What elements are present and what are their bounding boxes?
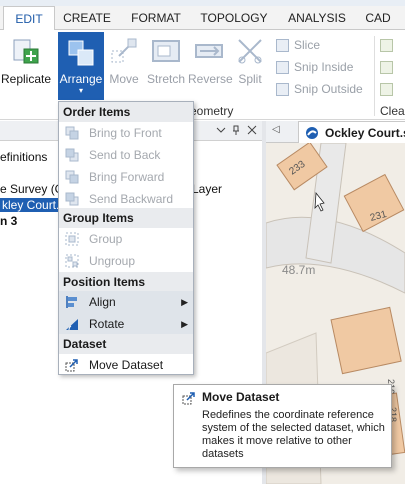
map-tab-title: Ockley Court.sv	[325, 126, 405, 140]
bring-forward-label: Bring Forward	[89, 170, 165, 184]
split-label: Split	[238, 72, 262, 86]
slice-button[interactable]: Slice	[276, 38, 366, 54]
group-items-header: Group Items	[59, 208, 193, 228]
align-icon	[66, 296, 77, 308]
rotate-submenu-arrow-icon: ▶	[181, 319, 188, 329]
app-window: EDIT CREATE FORMAT TOPOLOGY ANALYSIS CAD…	[0, 0, 405, 484]
stretch-button[interactable]: Stretch	[144, 30, 188, 102]
ungroup-icon	[65, 254, 79, 268]
arrange-icon	[68, 40, 94, 66]
pin-icon[interactable]	[231, 125, 241, 135]
clear-group-label: Clear	[380, 104, 405, 118]
clear-g-icon	[380, 61, 393, 74]
arrange-label: Arrange	[59, 72, 103, 86]
position-items-header: Position Items	[59, 272, 193, 292]
tab-edit[interactable]: EDIT	[3, 6, 55, 31]
order-items-header: Order Items	[59, 102, 193, 122]
tab-format[interactable]: FORMAT	[124, 6, 188, 30]
group-icon	[65, 232, 79, 246]
send-backward-icon	[65, 192, 79, 206]
bring-to-front-icon	[65, 126, 79, 140]
tooltip-move-dataset-icon	[182, 392, 195, 405]
move-button[interactable]: Move	[106, 30, 142, 102]
close-icon[interactable]	[247, 125, 257, 135]
reverse-button[interactable]: Reverse	[188, 30, 233, 102]
group-item[interactable]: Group	[59, 228, 193, 250]
move-icon	[111, 38, 137, 63]
arrange-dropdown-menu: Order Items Bring to Front Send to Back …	[58, 101, 194, 375]
reverse-icon	[195, 44, 223, 58]
rotate-label: Rotate	[89, 317, 125, 331]
snip-inside-button[interactable]: Snip Inside	[276, 60, 371, 76]
arrange-dropdown-icon: ▾	[78, 86, 83, 95]
clear-icon	[380, 39, 393, 52]
slice-label: Slice	[294, 38, 321, 52]
stretch-icon	[152, 40, 180, 62]
snip-outside-button[interactable]: Snip Outside	[276, 82, 371, 98]
layer-label: Layer	[192, 182, 223, 196]
clear-s-icon	[380, 83, 393, 96]
group-label: Group	[89, 232, 123, 246]
tab-create[interactable]: CREATE	[58, 6, 116, 30]
replicate-label: Replicate	[0, 72, 52, 86]
ribbon-tab-bar: EDIT CREATE FORMAT TOPOLOGY ANALYSIS CAD	[0, 6, 405, 31]
ribbon-divider	[374, 36, 375, 116]
align-item[interactable]: Align ▶	[59, 291, 193, 313]
tooltip-body: Redefines the coordinate reference syste…	[202, 409, 385, 460]
scroll-left-icon[interactable]: ◁	[272, 124, 280, 135]
bring-forward-item[interactable]: Bring Forward	[59, 166, 193, 188]
definitions-label[interactable]: efinitions	[0, 150, 47, 164]
move-dataset-tooltip: Move Dataset Redefines the coordinate re…	[173, 384, 392, 468]
dataset-header: Dataset	[59, 334, 193, 354]
send-to-back-item[interactable]: Send to Back	[59, 144, 193, 166]
elevation-label: 48.7m	[282, 263, 315, 277]
map-document-icon	[306, 127, 318, 139]
send-to-back-label: Send to Back	[89, 148, 161, 162]
align-submenu-arrow-icon: ▶	[181, 297, 188, 307]
scissors-icon	[238, 39, 262, 64]
panel-menu-icon[interactable]	[216, 125, 226, 135]
bring-to-front-item[interactable]: Bring to Front	[59, 122, 193, 144]
move-dataset-item[interactable]: Move Dataset	[59, 354, 193, 376]
tab-analysis[interactable]: ANALYSIS	[284, 6, 350, 30]
replicate-button[interactable]: Replicate	[0, 30, 52, 102]
clear-c-button[interactable]	[380, 38, 405, 54]
geometry-group-label: eometry	[190, 104, 234, 118]
map-document-tab[interactable]: Ockley Court.sv	[298, 121, 405, 144]
bring-forward-icon	[65, 170, 79, 184]
rotate-item[interactable]: Rotate ▶	[59, 313, 193, 335]
send-to-back-icon	[65, 148, 79, 162]
send-backward-label: Send Backward	[89, 192, 174, 206]
reverse-label: Reverse	[188, 72, 233, 86]
move-label: Move	[109, 72, 139, 86]
ungroup-item[interactable]: Ungroup	[59, 250, 193, 272]
send-backward-item[interactable]: Send Backward	[59, 188, 193, 210]
snip-inside-icon	[276, 61, 289, 74]
rotate-icon	[66, 319, 78, 331]
tab-topology[interactable]: TOPOLOGY	[196, 6, 272, 30]
slice-icon	[276, 39, 289, 52]
snip-outside-icon	[276, 83, 289, 96]
arrange-button[interactable]: Arrange ▾	[58, 32, 104, 100]
tooltip-title: Move Dataset	[202, 390, 280, 404]
snip-inside-label: Snip Inside	[294, 60, 354, 74]
snip-outside-label: Snip Outside	[294, 82, 363, 96]
layer-item-label[interactable]: n 3	[0, 214, 17, 228]
stretch-label: Stretch	[146, 72, 185, 86]
clear-g-button[interactable]	[380, 60, 405, 76]
move-dataset-label: Move Dataset	[89, 358, 164, 372]
clear-s-button[interactable]	[380, 82, 405, 98]
tab-cad[interactable]: CAD	[360, 6, 396, 30]
replicate-icon	[13, 39, 39, 64]
move-dataset-icon	[65, 359, 78, 372]
map-tab-bar: ◁ Ockley Court.sv	[266, 121, 405, 144]
bring-to-front-label: Bring to Front	[89, 126, 162, 140]
ungroup-label: Ungroup	[89, 254, 136, 268]
align-label: Align	[89, 295, 116, 309]
split-button[interactable]: Split	[232, 30, 268, 102]
